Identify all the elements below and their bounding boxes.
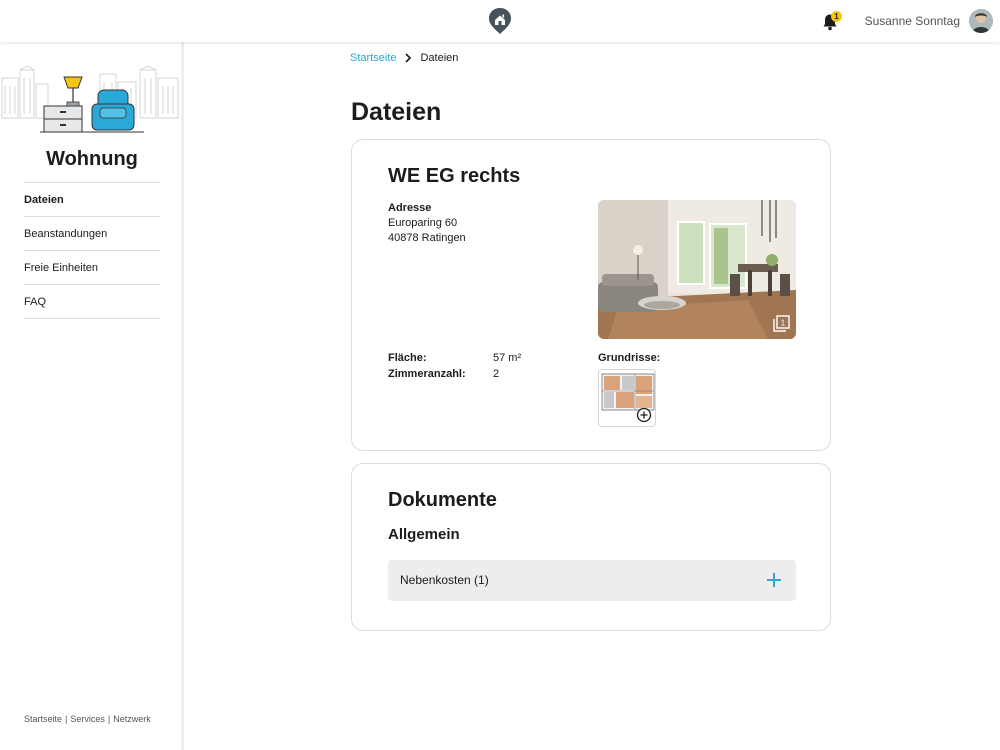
user-name[interactable]: Susanne Sonntag (865, 14, 960, 28)
area-label: Fläche: (388, 352, 427, 364)
breadcrumb-home[interactable]: Startseite (350, 52, 396, 64)
avatar[interactable] (969, 9, 993, 33)
breadcrumb: Startseite Dateien (350, 52, 458, 64)
documents-card: Dokumente Allgemein Nebenkosten (1) (351, 463, 831, 631)
sidebar-item-faq[interactable]: FAQ (24, 285, 160, 319)
floorplan-thumbnail[interactable] (598, 369, 656, 427)
accordion-nebenkosten[interactable]: Nebenkosten (1) (388, 560, 796, 601)
sidebar-item-freie-einheiten[interactable]: Freie Einheiten (24, 251, 160, 285)
sidebar: Wohnung Dateien Beanstandungen Freie Ein… (0, 42, 184, 750)
floorplans-label: Grundrisse: (598, 352, 661, 364)
plus-icon[interactable] (766, 572, 782, 588)
footer-link-startseite[interactable]: Startseite (24, 714, 62, 724)
footer-link-netzwerk[interactable]: Netzwerk (113, 714, 151, 724)
breadcrumb-current: Dateien (420, 52, 459, 64)
page-title: Dateien (351, 98, 442, 126)
chevron-right-icon (405, 53, 412, 63)
top-bar: 1 Susanne Sonntag (0, 0, 1000, 42)
footer-links: Startseite | Services | Netzwerk (24, 714, 151, 724)
zoom-plus-icon[interactable] (636, 407, 652, 423)
address-label: Adresse (388, 202, 432, 214)
footer-divider: | (107, 714, 111, 724)
sidebar-item-dateien[interactable]: Dateien (24, 183, 160, 217)
sidebar-nav: Dateien Beanstandungen Freie Einheiten F… (24, 182, 160, 319)
area-value: 57 m² (493, 352, 522, 364)
unit-photo[interactable]: 1 (598, 200, 796, 339)
apartment-illustration (1, 66, 179, 133)
documents-title: Dokumente (388, 489, 497, 511)
address-city: 40878 Ratingen (388, 232, 466, 244)
footer-link-services[interactable]: Services (70, 714, 105, 724)
avatar-image (969, 9, 993, 33)
unit-name: WE EG rechts (388, 165, 521, 187)
rooms-value: 2 (493, 368, 500, 380)
address-street: Europaring 60 (388, 217, 458, 229)
sidebar-item-beanstandungen[interactable]: Beanstandungen (24, 217, 160, 251)
unit-card: WE EG rechts Adresse Europaring 60 40878… (351, 139, 831, 451)
notification-badge: 1 (831, 11, 842, 22)
house-pin-logo-icon[interactable] (488, 7, 512, 35)
sidebar-title: Wohnung (46, 148, 138, 170)
gallery-count-icon: 1 (773, 315, 790, 332)
footer-divider: | (65, 714, 68, 724)
living-room-photo (598, 200, 796, 339)
photo-count: 1 (781, 319, 786, 328)
accordion-label: Nebenkosten (1) (400, 573, 489, 587)
rooms-label: Zimmeranzahl: (388, 368, 466, 380)
documents-section-title: Allgemein (388, 526, 460, 543)
